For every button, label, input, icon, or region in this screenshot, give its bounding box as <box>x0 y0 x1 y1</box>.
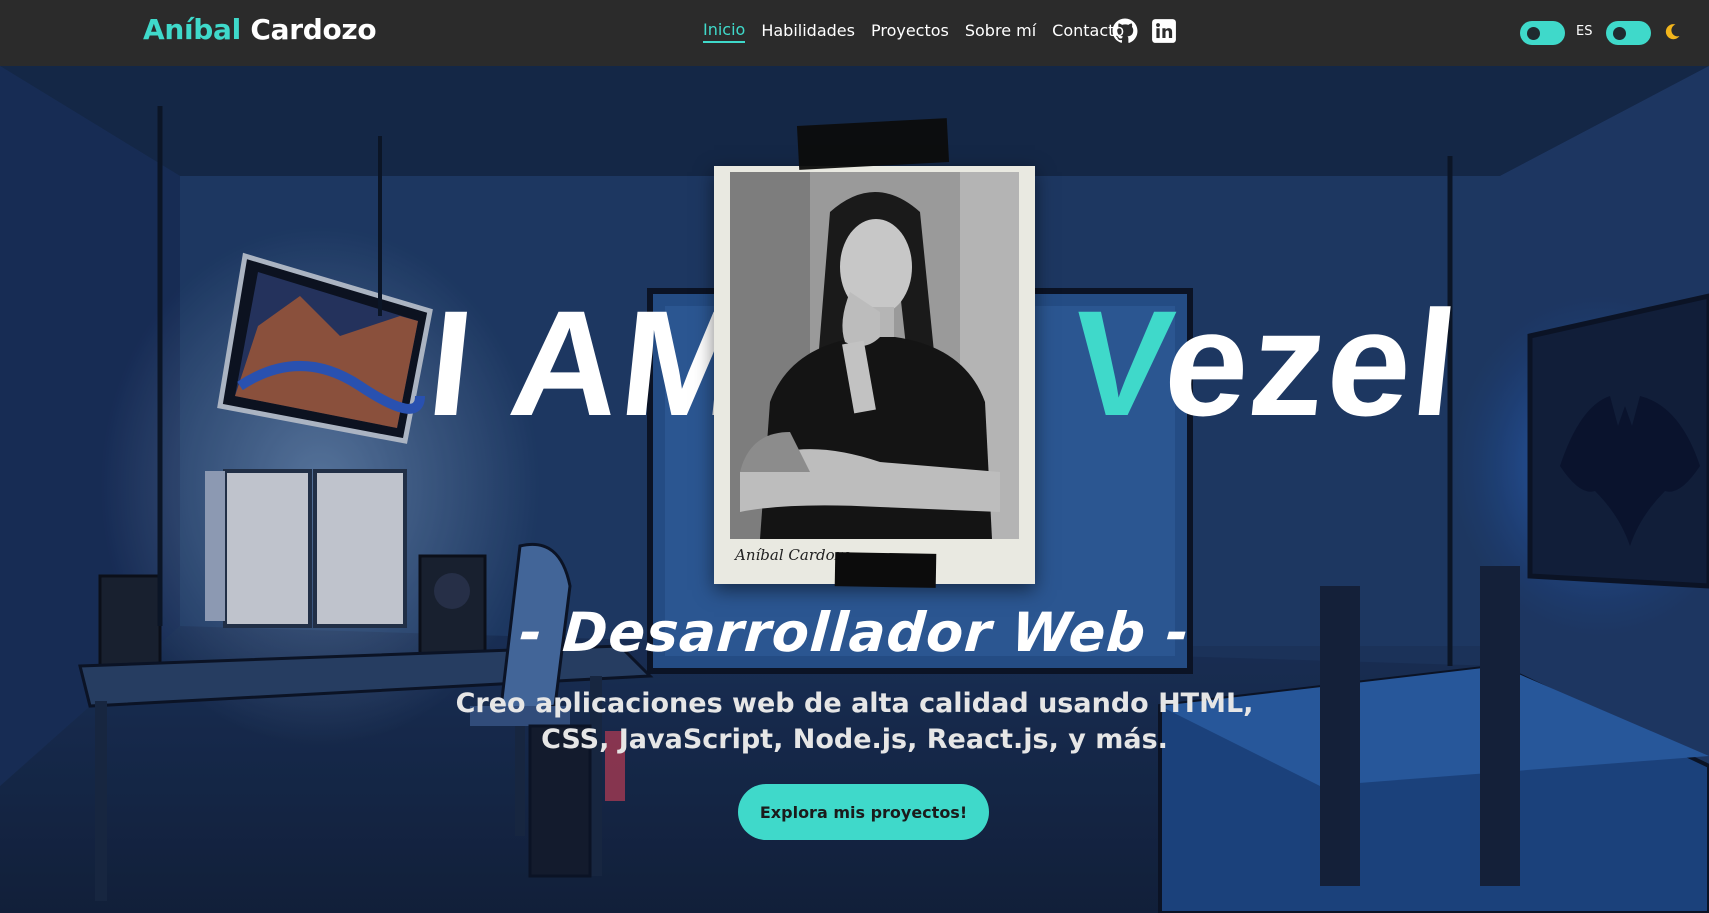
brand-last-name: Cardozo <box>250 13 377 46</box>
language-toggle[interactable] <box>1520 21 1565 45</box>
hero-description-line-1: Creo aplicaciones web de alta calidad us… <box>455 688 1254 719</box>
moon-icon <box>1665 24 1680 40</box>
hero-word-vezel: Vezel <box>1063 279 1466 447</box>
portrait-image <box>730 172 1019 539</box>
hero-description: Creo aplicaciones web de alta calidad us… <box>0 686 1709 758</box>
photo-caption: Aníbal Cardozo <box>735 546 852 564</box>
explore-projects-button[interactable]: Explora mis proyectos! <box>738 784 989 840</box>
profile-polaroid: Aníbal Cardozo <box>714 166 1035 584</box>
brand-first-name: Aníbal <box>143 13 241 46</box>
hero-word-rest: ezel <box>1156 279 1467 447</box>
language-label: ES <box>1576 24 1593 39</box>
nav-link-habilidades[interactable]: Habilidades <box>761 21 855 42</box>
hero-subtitle: - Desarrollador Web - <box>517 601 1192 664</box>
hero-description-line-2: CSS, JavaScript, Node.js, React.js, y má… <box>541 724 1168 755</box>
toggle-knob <box>1613 27 1626 40</box>
tape-bottom <box>834 552 937 588</box>
hero-word-accent-letter: V <box>1063 279 1175 447</box>
nav-link-sobre-mi[interactable]: Sobre mí <box>965 21 1036 42</box>
hero-word-i-am: I AM <box>421 279 758 447</box>
hero-section: I AM Vezel Aníbal Cardozo - Desarrollado… <box>0 66 1709 913</box>
github-icon[interactable] <box>1112 18 1138 44</box>
nav-link-proyectos[interactable]: Proyectos <box>871 21 949 42</box>
nav-link-inicio[interactable]: Inicio <box>703 20 746 43</box>
navbar: Aníbal Cardozo Inicio Habilidades Proyec… <box>0 0 1709 66</box>
toggle-knob <box>1527 27 1540 40</box>
tape-top <box>796 118 950 170</box>
main-nav: Inicio Habilidades Proyectos Sobre mí Co… <box>703 20 1124 43</box>
profile-photo <box>730 172 1019 539</box>
theme-toggle[interactable] <box>1606 21 1651 45</box>
linkedin-icon[interactable] <box>1151 18 1177 44</box>
brand-logo[interactable]: Aníbal Cardozo <box>143 13 377 46</box>
